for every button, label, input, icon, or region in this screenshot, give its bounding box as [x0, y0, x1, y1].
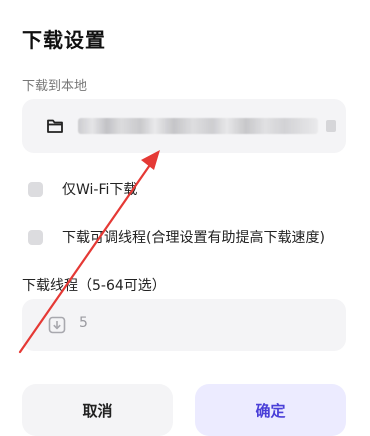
wifi-only-option[interactable]: 仅Wi-Fi下载	[28, 179, 137, 199]
download-icon	[48, 316, 66, 334]
threads-label: 下载线程（5-64可选）	[22, 278, 166, 294]
annotation-arrow	[18, 150, 160, 354]
adjustable-threads-option[interactable]: 下载可调线程(合理设置有助提高下载速度)	[28, 227, 325, 247]
wifi-only-label: 仅Wi-Fi下载	[62, 182, 138, 198]
threads-input[interactable]: 5	[22, 299, 346, 351]
folder-icon	[47, 119, 63, 133]
download-path-redacted-end	[326, 120, 336, 132]
wifi-only-checkbox[interactable]	[28, 181, 43, 197]
adjustable-threads-label: 下载可调线程(合理设置有助提高下载速度)	[62, 230, 325, 246]
threads-value: 5	[79, 315, 88, 331]
cancel-button[interactable]: 取消	[22, 384, 173, 436]
confirm-button[interactable]: 确定	[195, 384, 346, 436]
dialog-title: 下载设置	[22, 28, 106, 52]
download-location-label: 下载到本地	[22, 79, 88, 94]
download-path-redacted	[78, 118, 318, 134]
adjustable-threads-checkbox[interactable]	[28, 229, 43, 245]
download-path-field[interactable]	[22, 99, 346, 153]
